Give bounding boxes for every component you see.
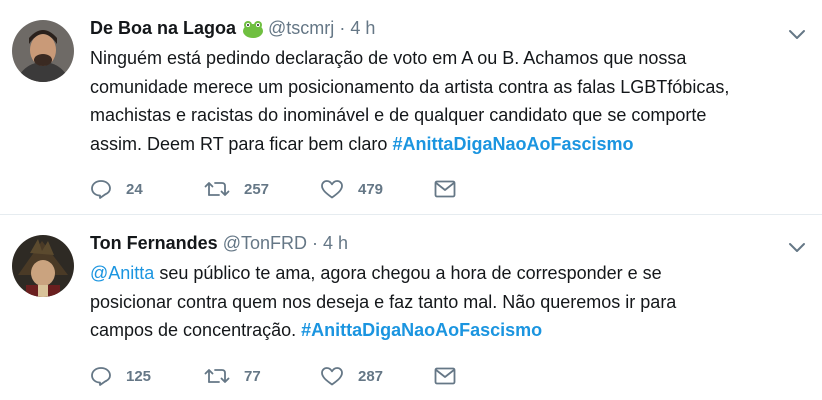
mention-link[interactable]: @Anitta bbox=[90, 263, 154, 283]
tweet-2: Ton Fernandes @TonFRD · 4 h @Anitta seu … bbox=[0, 215, 822, 400]
reply-icon bbox=[90, 366, 112, 386]
retweet-button[interactable]: 77 bbox=[204, 361, 261, 391]
text-fragment: campos de concentração. bbox=[90, 320, 302, 340]
separator-dot: · bbox=[339, 18, 346, 38]
message-button[interactable] bbox=[434, 361, 456, 391]
text-line: assim. Deem RT para ficar bem claro #Ani… bbox=[90, 130, 810, 159]
retweet-count: 257 bbox=[244, 180, 270, 198]
tweet-header: De Boa na Lagoa @tscmrj · 4 h bbox=[90, 16, 375, 44]
retweet-button[interactable]: 257 bbox=[204, 174, 269, 204]
retweet-count: 77 bbox=[244, 367, 261, 385]
chevron-down-icon[interactable] bbox=[788, 241, 806, 253]
message-icon bbox=[434, 180, 456, 198]
tweet-header: Ton Fernandes @TonFRD · 4 h bbox=[90, 231, 348, 255]
text-line: machistas e racistas do inominável e de … bbox=[90, 105, 707, 125]
reply-button[interactable]: 24 bbox=[90, 174, 143, 204]
reply-icon bbox=[90, 179, 112, 199]
text-line: posicionar contra quem nos deseja e faz … bbox=[90, 291, 677, 312]
text-fragment: assim. Deem RT para ficar bem claro bbox=[90, 133, 393, 154]
separator-dot: · bbox=[312, 233, 319, 253]
like-button[interactable]: 287 bbox=[320, 361, 383, 391]
text-line: Ninguém está pedindo declaração de voto … bbox=[90, 48, 687, 68]
reply-count: 24 bbox=[126, 180, 143, 198]
tweet-1: De Boa na Lagoa @tscmrj · 4 h Ninguém est… bbox=[0, 0, 822, 214]
user-handle[interactable]: @TonFRD bbox=[223, 233, 307, 253]
tweet-text: @Anitta seu público te ama, agora chegou… bbox=[90, 259, 810, 345]
like-icon bbox=[320, 179, 344, 199]
text-line: @Anitta seu público te ama, agora chegou… bbox=[90, 259, 810, 288]
like-count: 287 bbox=[358, 367, 384, 385]
message-icon bbox=[434, 367, 456, 385]
display-name[interactable]: Ton Fernandes bbox=[90, 233, 218, 253]
text-line: comunidade merece um posicionamento da a… bbox=[90, 76, 730, 97]
like-button[interactable]: 479 bbox=[320, 174, 383, 204]
like-count: 479 bbox=[358, 180, 384, 198]
reply-button[interactable]: 125 bbox=[90, 361, 151, 391]
message-button[interactable] bbox=[434, 174, 456, 204]
text-line: campos de concentração. #AnittaDigaNaoAo… bbox=[90, 316, 810, 345]
timestamp[interactable]: 4 h bbox=[350, 18, 375, 38]
retweet-icon bbox=[204, 179, 230, 199]
tweet-text: Ninguém está pedindo declaração de voto … bbox=[90, 44, 810, 158]
chevron-down-icon[interactable] bbox=[788, 28, 806, 40]
text-fragment: seu público te ama, agora chegou a hora … bbox=[154, 263, 662, 283]
like-icon bbox=[320, 366, 344, 386]
frog-emoji-icon bbox=[242, 20, 264, 44]
avatar[interactable] bbox=[12, 235, 74, 297]
reply-count: 125 bbox=[126, 367, 152, 385]
hashtag-link[interactable]: #AnittaDigaNaoAoFascismo bbox=[392, 134, 633, 154]
user-handle[interactable]: @tscmrj bbox=[268, 18, 334, 38]
timestamp[interactable]: 4 h bbox=[323, 233, 348, 253]
retweet-icon bbox=[204, 366, 230, 386]
display-name[interactable]: De Boa na Lagoa bbox=[90, 18, 236, 38]
avatar[interactable] bbox=[12, 20, 74, 82]
hashtag-link[interactable]: #AnittaDigaNaoAoFascismo bbox=[301, 320, 542, 340]
